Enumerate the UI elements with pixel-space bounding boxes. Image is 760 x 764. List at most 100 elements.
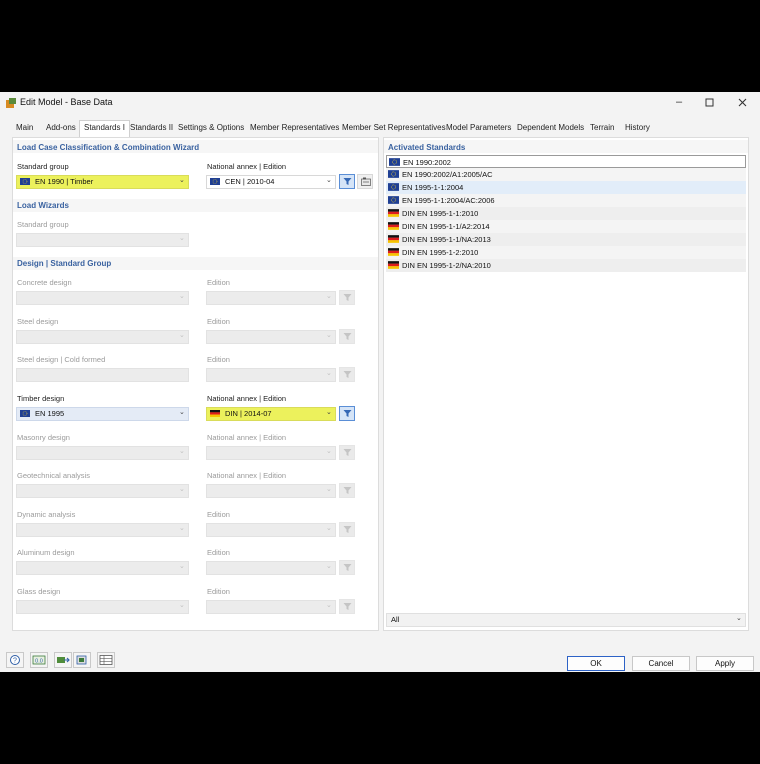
dynamic-edition-label: Edition <box>207 510 230 519</box>
cancel-button[interactable]: Cancel <box>632 656 690 671</box>
chevron-down-icon: ⌄ <box>179 602 185 609</box>
cold-formed-edition-select[interactable]: ⌄ <box>206 368 336 382</box>
close-button[interactable] <box>726 92 758 113</box>
standard-group-select[interactable]: EN 1990 | Timber ⌄ <box>16 175 189 189</box>
units-button[interactable]: 0.0 <box>30 652 48 668</box>
cold-formed-label: Steel design | Cold formed <box>17 355 106 364</box>
tab-terrain[interactable]: Terrain <box>586 121 618 135</box>
concrete-design-select[interactable]: ⌄ <box>16 291 189 305</box>
chevron-down-icon: ⌄ <box>326 177 332 184</box>
filter-icon <box>343 410 352 417</box>
geotechnical-select[interactable]: ⌄ <box>16 484 189 498</box>
geotechnical-filter-button[interactable] <box>339 483 355 498</box>
filter-icon <box>343 603 352 610</box>
minimize-button[interactable]: – <box>663 92 695 113</box>
de-flag-icon <box>388 222 399 230</box>
tab-add-ons[interactable]: Add-ons <box>42 121 80 135</box>
list-item[interactable]: DIN EN 1995-1-1/A2:2014 <box>386 220 746 233</box>
window-title: Edit Model - Base Data <box>20 97 113 107</box>
left-panel: Load Case Classification & Combination W… <box>12 137 379 631</box>
glass-design-select[interactable]: ⌄ <box>16 600 189 614</box>
annex-select[interactable]: CEN | 2010-04 ⌄ <box>206 175 336 189</box>
tab-dependent-models[interactable]: Dependent Models <box>513 121 588 135</box>
list-item[interactable]: DIN EN 1995-1-1/NA:2013 <box>386 233 746 246</box>
list-item[interactable]: DIN EN 1995-1-2/NA:2010 <box>386 259 746 272</box>
steel-design-select[interactable]: ⌄ <box>16 330 189 344</box>
chevron-down-icon: ⌄ <box>326 448 332 455</box>
dynamic-analysis-select[interactable]: ⌄ <box>16 523 189 537</box>
tab-standards-ii[interactable]: Standards II <box>126 121 177 135</box>
chevron-down-icon: ⌄ <box>179 448 185 455</box>
units-icon: 0.0 <box>32 655 46 665</box>
aluminum-design-select[interactable]: ⌄ <box>16 561 189 575</box>
tab-history[interactable]: History <box>621 121 654 135</box>
filter-button[interactable] <box>339 174 355 189</box>
timber-filter-button[interactable] <box>339 406 355 421</box>
import-button[interactable] <box>54 652 72 668</box>
tab-settings-options[interactable]: Settings & Options <box>174 121 248 135</box>
load-wizards-heading: Load Wizards <box>17 201 69 210</box>
timber-design-select[interactable]: EN 1995 ⌄ <box>16 407 189 421</box>
ok-button[interactable]: OK <box>567 656 625 671</box>
aluminum-filter-button[interactable] <box>339 560 355 575</box>
tab-member-set-representatives[interactable]: Member Set Representatives <box>338 121 450 135</box>
activated-standards-heading: Activated Standards <box>388 143 466 152</box>
glass-edition-select[interactable]: ⌄ <box>206 600 336 614</box>
chevron-down-icon: ⌄ <box>326 486 332 493</box>
steel-filter-button[interactable] <box>339 329 355 344</box>
masonry-design-select[interactable]: ⌄ <box>16 446 189 460</box>
concrete-filter-button[interactable] <box>339 290 355 305</box>
list-item[interactable]: DIN EN 1995-1-2:2010 <box>386 246 746 259</box>
eu-flag-icon <box>388 183 399 191</box>
filter-icon <box>343 526 352 533</box>
wizard-standard-group-select[interactable]: ⌄ <box>16 233 189 247</box>
tab-model-parameters[interactable]: Model Parameters <box>442 121 515 135</box>
tab-member-representatives[interactable]: Member Representatives <box>246 121 343 135</box>
concrete-design-label: Concrete design <box>17 278 72 287</box>
table-button[interactable] <box>97 652 115 668</box>
chevron-down-icon: ⌄ <box>326 293 332 300</box>
aluminum-edition-label: Edition <box>207 548 230 557</box>
apply-button[interactable]: Apply <box>696 656 754 671</box>
list-item[interactable]: EN 1995-1-1:2004 <box>386 181 746 194</box>
masonry-annex-select[interactable]: ⌄ <box>206 446 336 460</box>
list-item[interactable]: EN 1990:2002 <box>386 155 746 168</box>
geotechnical-annex-select[interactable]: ⌄ <box>206 484 336 498</box>
aluminum-design-label: Aluminum design <box>17 548 75 557</box>
glass-filter-button[interactable] <box>339 599 355 614</box>
concrete-edition-select[interactable]: ⌄ <box>206 291 336 305</box>
maximize-button[interactable] <box>693 92 725 113</box>
cold-formed-select[interactable] <box>16 368 189 382</box>
list-item[interactable]: EN 1995-1-1:2004/AC:2006 <box>386 194 746 207</box>
list-item[interactable]: DIN EN 1995-1-1:2010 <box>386 207 746 220</box>
chevron-down-icon: ⌄ <box>179 525 185 532</box>
eu-flag-icon <box>20 178 30 185</box>
de-flag-icon <box>210 410 220 417</box>
tab-main[interactable]: Main <box>12 121 37 135</box>
dynamic-filter-button[interactable] <box>339 522 355 537</box>
filter-icon <box>343 487 352 494</box>
steel-edition-select[interactable]: ⌄ <box>206 330 336 344</box>
eu-flag-icon <box>389 158 400 166</box>
masonry-filter-button[interactable] <box>339 445 355 460</box>
help-button[interactable]: ? <box>6 652 24 668</box>
aluminum-edition-select[interactable]: ⌄ <box>206 561 336 575</box>
eu-flag-icon <box>388 196 399 204</box>
list-item[interactable]: EN 1990:2002/A1:2005/AC <box>386 168 746 181</box>
filter-icon <box>343 178 352 185</box>
glass-design-label: Glass design <box>17 587 61 596</box>
standard-library-button[interactable] <box>357 174 373 189</box>
chevron-down-icon: ⌄ <box>326 332 332 339</box>
export-icon <box>76 655 87 665</box>
de-flag-icon <box>388 209 399 217</box>
annex-label: National annex | Edition <box>207 162 287 171</box>
timber-annex-select[interactable]: DIN | 2014-07 ⌄ <box>206 407 336 421</box>
chevron-down-icon: ⌄ <box>179 563 185 570</box>
cold-formed-filter-button[interactable] <box>339 367 355 382</box>
tab-standards-i[interactable]: Standards I <box>79 120 130 137</box>
masonry-design-label: Masonry design <box>17 433 70 442</box>
export-button[interactable] <box>73 652 91 668</box>
dynamic-edition-select[interactable]: ⌄ <box>206 523 336 537</box>
standards-filter-select[interactable]: All ⌄ <box>386 613 746 627</box>
filter-icon <box>343 371 352 378</box>
